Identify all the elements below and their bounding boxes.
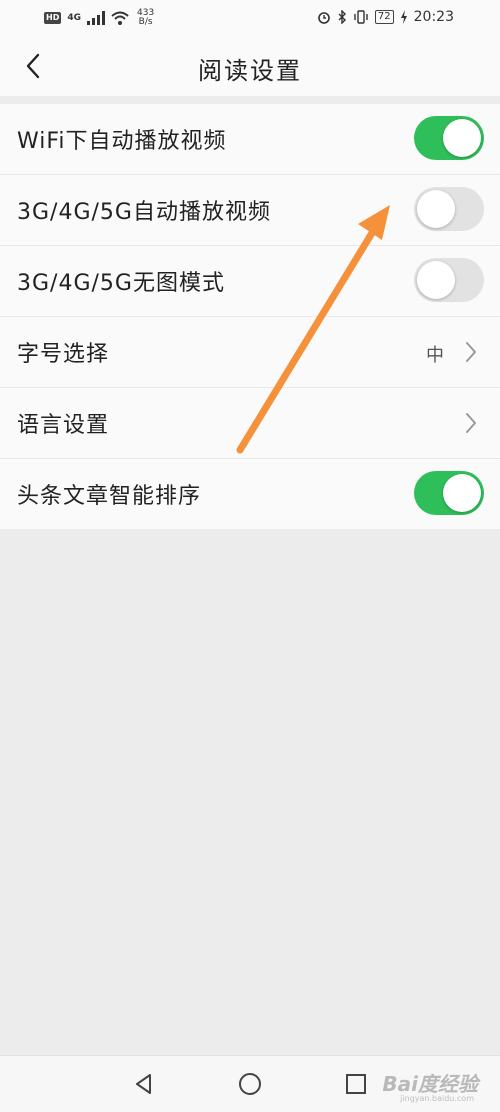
chevron-right-icon: [466, 342, 476, 362]
page-title: 阅读设置: [198, 57, 302, 85]
status-right: 72 20:23: [317, 9, 454, 25]
hd-badge: HD: [44, 12, 62, 24]
toggle-knob: [417, 261, 455, 299]
wifi-autoplay-toggle[interactable]: [414, 116, 484, 160]
battery-level: 72: [374, 10, 394, 24]
status-left: HD 4G 433 B/s: [44, 9, 154, 27]
setting-label: 3G/4G/5G自动播放视频: [17, 200, 271, 225]
setting-label: 头条文章智能排序: [17, 484, 202, 509]
chevron-right-icon: [466, 413, 476, 433]
signal-icon: [87, 11, 105, 25]
smart-sort-toggle[interactable]: [414, 471, 484, 515]
network-speed: 433 B/s: [137, 9, 154, 27]
setting-smart-sort: 头条文章智能排序: [0, 459, 500, 529]
nav-back-icon[interactable]: [130, 1070, 158, 1098]
setting-label: WiFi下自动播放视频: [17, 129, 227, 154]
setting-mobile-autoplay: 3G/4G/5G自动播放视频: [0, 175, 500, 246]
setting-no-image-mode: 3G/4G/5G无图模式: [0, 246, 500, 317]
toggle-knob: [443, 474, 481, 512]
bluetooth-icon: [338, 10, 346, 24]
alarm-icon: [318, 12, 330, 24]
navigation-bar: Bai度经验 jingyan.baidu.com: [0, 1055, 500, 1112]
setting-language[interactable]: 语言设置: [0, 388, 500, 459]
watermark-url: jingyan.baidu.com: [400, 1094, 474, 1103]
charging-icon: [400, 10, 407, 24]
no-image-mode-toggle[interactable]: [414, 258, 484, 302]
clock: 20:23: [413, 9, 454, 25]
mobile-autoplay-toggle[interactable]: [414, 187, 484, 231]
vibrate-icon: [354, 10, 368, 24]
setting-label: 语言设置: [17, 413, 110, 438]
watermark-brand: Bai度经验: [382, 1072, 478, 1096]
setting-font-size[interactable]: 字号选择 中: [0, 317, 500, 388]
network-label: 4G: [67, 13, 81, 23]
status-bar: HD 4G 433 B/s 72 20:23: [0, 0, 500, 36]
header: 阅读设置: [0, 36, 500, 96]
nav-recents-icon[interactable]: [342, 1070, 370, 1098]
toggle-knob: [443, 119, 481, 157]
nav-home-icon[interactable]: [236, 1070, 264, 1098]
network-speed-unit: B/s: [138, 17, 153, 27]
setting-wifi-autoplay: WiFi下自动播放视频: [0, 104, 500, 175]
setting-label: 3G/4G/5G无图模式: [17, 271, 225, 296]
toggle-knob: [417, 190, 455, 228]
settings-list: WiFi下自动播放视频 3G/4G/5G自动播放视频 3G/4G/5G无图模式 …: [0, 104, 500, 529]
setting-label: 字号选择: [17, 342, 110, 367]
wifi-icon: [111, 11, 129, 25]
font-size-value: 中: [426, 345, 444, 366]
